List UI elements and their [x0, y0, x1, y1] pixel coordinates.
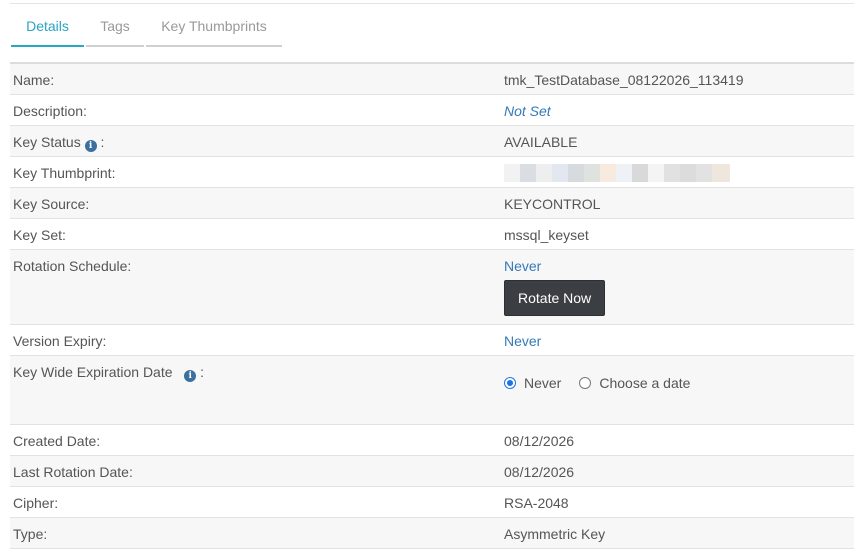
name-label: Name: [13, 72, 55, 88]
details-table: Name: tmk_TestDatabase_08122026_113419 D… [10, 62, 854, 549]
type-value: Asymmetric Key [504, 526, 606, 542]
key-status-label: Key Status [13, 134, 81, 150]
redacted-thumbprint [504, 164, 854, 182]
row-cipher: Cipher: RSA-2048 [10, 487, 854, 518]
row-key-set: Key Set: mssql_keyset [10, 219, 854, 250]
row-key-status: Key Status i : AVAILABLE [10, 126, 854, 157]
last-rotation-label: Last Rotation Date: [13, 464, 133, 480]
key-wide-expiration-label: Key Wide Expiration Date [13, 364, 173, 380]
description-label: Description: [13, 103, 87, 119]
row-key-wide-expiration: Key Wide Expiration Date i : Never Choos… [10, 356, 854, 425]
key-wide-expiration-colon: : [200, 364, 204, 380]
rotate-now-button[interactable]: Rotate Now [504, 280, 606, 316]
row-last-rotation-date: Last Rotation Date: 08/12/2026 [10, 456, 854, 487]
radio-option-never[interactable]: Never [504, 375, 561, 391]
tab-bar: Details Tags Key Thumbprints [11, 14, 284, 47]
expiration-radio-group: Never Choose a date [504, 356, 854, 391]
key-thumbprint-value [504, 157, 854, 187]
key-wide-expiration-cell: Never Choose a date [504, 356, 854, 424]
row-created-date: Created Date: 08/12/2026 [10, 425, 854, 456]
row-key-thumbprint: Key Thumbprint: [10, 157, 854, 188]
type-label: Type: [13, 526, 48, 542]
tab-details[interactable]: Details [11, 14, 84, 47]
key-set-value: mssql_keyset [504, 227, 589, 243]
info-circle-icon[interactable]: i [184, 370, 197, 382]
version-expiry-label: Version Expiry: [13, 333, 107, 349]
key-set-label: Key Set: [13, 227, 66, 243]
row-rotation-schedule: Rotation Schedule: Never Rotate Now [10, 250, 854, 325]
key-wide-expiration-label-cell: Key Wide Expiration Date i : [10, 356, 504, 424]
tab-tags[interactable]: Tags [86, 14, 144, 47]
radio-choose-date-label: Choose a date [599, 375, 691, 391]
created-date-label: Created Date: [13, 433, 101, 449]
key-source-value: KEYCONTROL [504, 196, 601, 212]
key-status-colon: : [100, 134, 105, 150]
info-circle-icon[interactable]: i [84, 140, 97, 152]
last-rotation-value: 08/12/2026 [504, 464, 575, 480]
cipher-value: RSA-2048 [504, 495, 569, 511]
key-source-label: Key Source: [13, 196, 90, 212]
key-status-value: AVAILABLE [504, 134, 578, 150]
row-description: Description: Not Set [10, 95, 854, 126]
radio-never-label: Never [524, 375, 562, 391]
rotation-schedule-label: Rotation Schedule: [13, 258, 132, 274]
radio-never[interactable] [504, 377, 516, 389]
tab-key-thumbprints[interactable]: Key Thumbprints [146, 14, 282, 47]
row-type: Type: Asymmetric Key [10, 518, 854, 549]
cipher-label: Cipher: [13, 495, 59, 511]
key-status-label-cell: Key Status i : [10, 126, 504, 156]
version-expiry-value-link[interactable]: Never [504, 325, 854, 355]
created-date-value: 08/12/2026 [504, 433, 575, 449]
key-thumbprint-label: Key Thumbprint: [13, 165, 116, 181]
row-key-source: Key Source: KEYCONTROL [10, 188, 854, 219]
radio-option-choose-date[interactable]: Choose a date [579, 375, 690, 391]
row-version-expiry: Version Expiry: Never [10, 325, 854, 356]
row-name: Name: tmk_TestDatabase_08122026_113419 [10, 64, 854, 95]
top-divider [10, 3, 854, 4]
rotation-schedule-cell: Never Rotate Now [504, 250, 854, 324]
name-value: tmk_TestDatabase_08122026_113419 [504, 72, 744, 88]
rotation-schedule-value-link[interactable]: Never [504, 258, 854, 274]
description-value-link[interactable]: Not Set [504, 95, 854, 125]
radio-choose-date[interactable] [579, 377, 592, 389]
